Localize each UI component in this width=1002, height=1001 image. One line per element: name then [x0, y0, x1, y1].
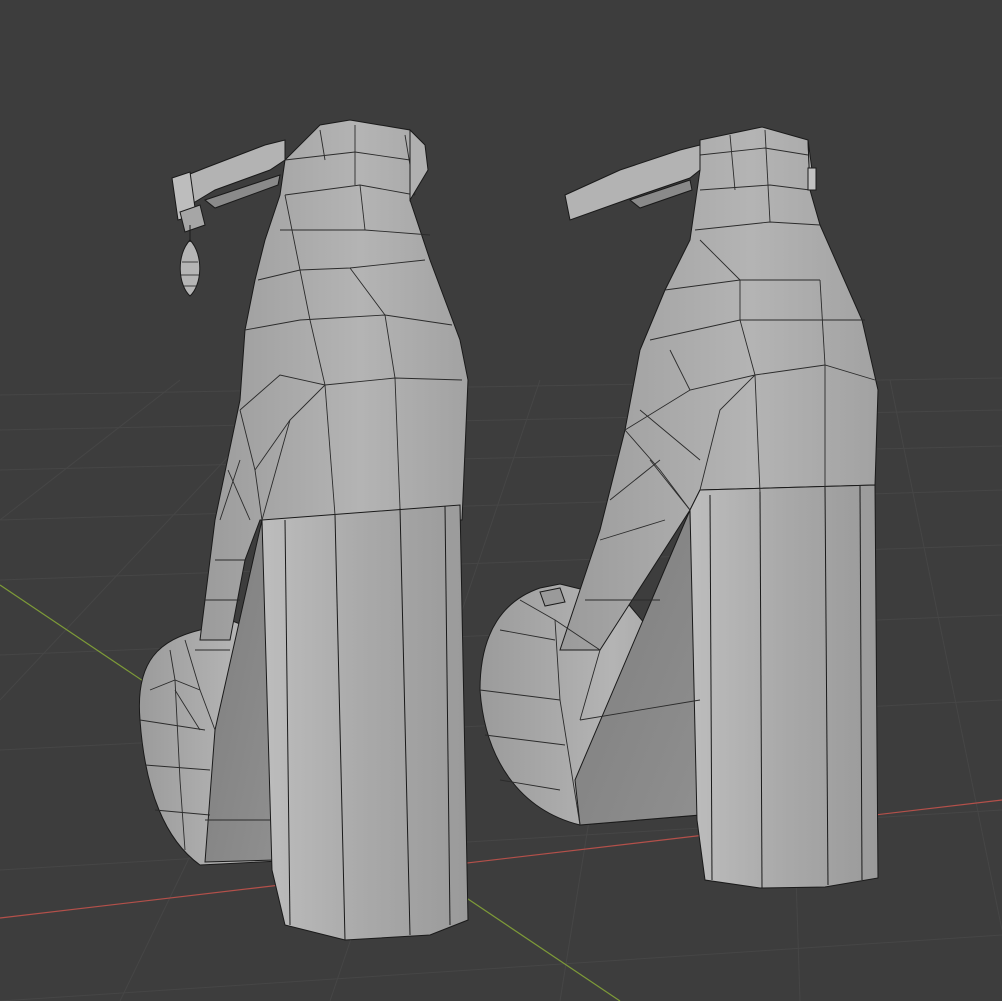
viewport-canvas[interactable]	[0, 0, 1002, 1001]
3d-viewport[interactable]	[0, 0, 1002, 1001]
shoe-right[interactable]	[479, 126, 879, 889]
shoe-left[interactable]	[138, 119, 469, 941]
